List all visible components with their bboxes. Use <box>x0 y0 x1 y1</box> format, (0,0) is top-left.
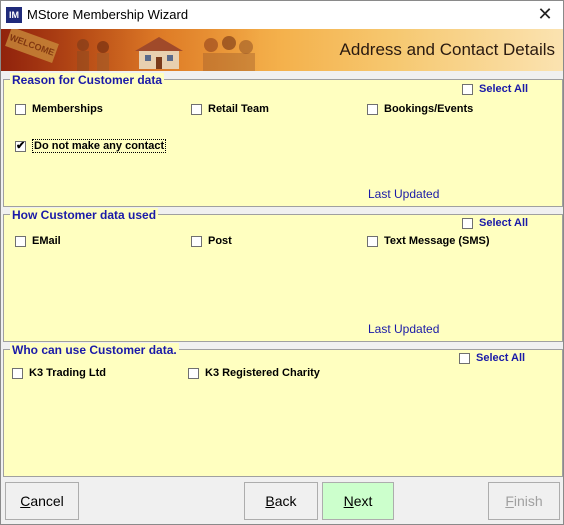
checkbox-label: Select All <box>476 352 526 364</box>
checkbox-checked[interactable] <box>15 139 26 152</box>
title-bar: IM MStore Membership Wizard ✕ <box>1 1 563 29</box>
back-button[interactable]: Back <box>244 482 318 520</box>
checkbox-k3-charity[interactable]: K3 Registered Charity <box>188 367 320 379</box>
checkbox[interactable] <box>191 235 202 247</box>
section-title: Who can use Customer data. <box>10 343 179 357</box>
checkbox[interactable] <box>12 367 23 379</box>
checkbox-label: Memberships <box>32 103 103 115</box>
checkbox-label: Post <box>208 235 232 247</box>
checkbox-k3-trading[interactable]: K3 Trading Ltd <box>12 367 106 379</box>
page-title: Address and Contact Details <box>339 40 555 59</box>
cancel-button[interactable]: Cancel <box>5 482 79 520</box>
checkbox-label: Select All <box>479 217 529 229</box>
section-title: How Customer data used <box>10 208 159 222</box>
group-image <box>203 36 255 71</box>
checkbox[interactable] <box>15 103 26 115</box>
last-updated-label: Last Updated <box>368 322 440 336</box>
checkbox-label: Text Message (SMS) <box>384 235 490 247</box>
checkbox-label: Do not make any contact <box>32 139 167 153</box>
checkbox-label: Bookings/Events <box>384 103 474 115</box>
section-title: Reason for Customer data <box>10 73 165 87</box>
finish-button: Finish <box>488 482 560 520</box>
select-all-who[interactable]: Select All <box>459 352 525 364</box>
checkbox[interactable] <box>15 235 26 247</box>
checkbox[interactable] <box>367 235 378 247</box>
checkbox[interactable] <box>191 103 202 115</box>
wizard-window: IM MStore Membership Wizard ✕ WELCOME Ad… <box>0 0 564 525</box>
checkbox-post[interactable]: Post <box>191 235 232 247</box>
select-all-used[interactable]: Select All <box>462 217 528 229</box>
close-icon[interactable]: ✕ <box>535 5 555 25</box>
section-used: How Customer data used Select All EMail … <box>3 208 563 342</box>
checkbox[interactable] <box>462 217 473 229</box>
window-title: MStore Membership Wizard <box>27 7 189 22</box>
checkbox-email[interactable]: EMail <box>15 235 61 247</box>
house-image <box>135 37 183 69</box>
checkbox-bookings-events[interactable]: Bookings/Events <box>367 103 473 115</box>
checkbox-label: EMail <box>32 235 61 247</box>
checkbox-no-contact[interactable]: Do not make any contact <box>15 139 167 153</box>
checkbox-sms[interactable]: Text Message (SMS) <box>367 235 490 247</box>
checkbox[interactable] <box>459 352 470 364</box>
checkbox[interactable] <box>367 103 378 115</box>
section-who: Who can use Customer data. Select All K3… <box>3 343 563 477</box>
checkbox-memberships[interactable]: Memberships <box>15 103 103 115</box>
app-icon: IM <box>6 7 22 23</box>
people-image <box>77 39 109 71</box>
checkbox-label: Retail Team <box>208 103 269 115</box>
checkbox-label: Select All <box>479 83 529 95</box>
checkbox-label: K3 Registered Charity <box>205 367 320 379</box>
checkbox[interactable] <box>188 367 199 379</box>
select-all-reason[interactable]: Select All <box>462 83 528 95</box>
last-updated-label: Last Updated <box>368 187 440 201</box>
checkbox-retail-team[interactable]: Retail Team <box>191 103 269 115</box>
checkbox[interactable] <box>462 83 473 95</box>
checkbox-label: K3 Trading Ltd <box>29 367 106 379</box>
header-banner: WELCOME Address and Contact Details <box>1 29 563 71</box>
section-reason: Reason for Customer data Select All Memb… <box>3 73 563 207</box>
next-button[interactable]: Next <box>322 482 394 520</box>
